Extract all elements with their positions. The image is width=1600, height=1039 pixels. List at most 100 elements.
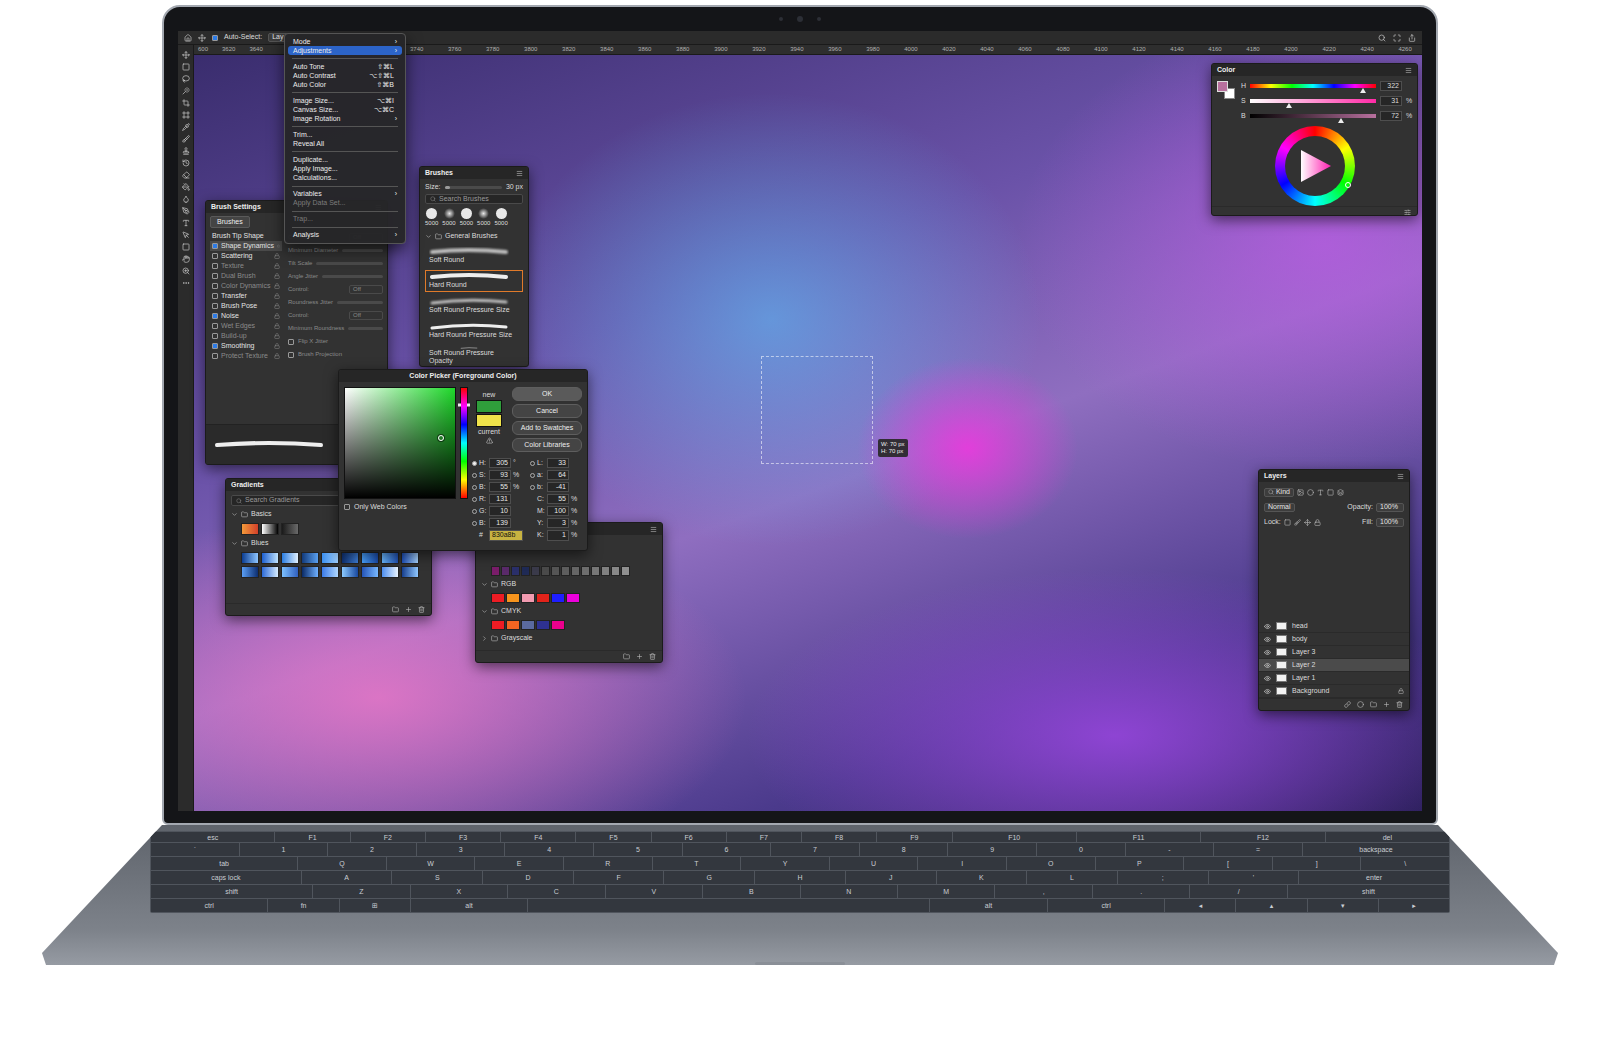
swatch[interactable] <box>551 566 560 576</box>
trash-icon[interactable] <box>649 653 656 660</box>
control-slider[interactable] <box>337 301 383 304</box>
trash-icon[interactable] <box>1396 701 1403 708</box>
share-icon[interactable] <box>1408 34 1416 42</box>
brush-control[interactable]: Roundness Jitter <box>288 296 383 309</box>
layer-row[interactable]: Layer 1 <box>1259 672 1409 685</box>
brush-preset[interactable]: 5000 <box>460 208 473 227</box>
filter-dropdown[interactable]: Kind <box>1264 488 1294 497</box>
swatch[interactable] <box>511 566 520 576</box>
type-filter-icon[interactable] <box>1317 489 1324 496</box>
key[interactable]: 8 <box>860 843 948 856</box>
brush-item[interactable]: Soft Round <box>425 245 523 267</box>
value-input[interactable]: 64 <box>547 470 569 480</box>
channel-value[interactable]: 322 <box>1380 81 1402 91</box>
menu-item[interactable]: Auto Color⇧⌘B <box>288 80 402 89</box>
panel-menu-icon[interactable] <box>1397 473 1404 480</box>
radio-button[interactable] <box>472 509 477 514</box>
radio-button[interactable] <box>530 497 535 502</box>
hex-input[interactable]: 830a8b <box>489 530 523 540</box>
stamp-icon[interactable] <box>182 147 190 155</box>
key[interactable]: R <box>564 857 652 870</box>
key[interactable]: ▸ <box>1379 899 1449 912</box>
setting-checkbox[interactable] <box>212 283 218 289</box>
swatch-group[interactable]: Grayscale <box>481 633 657 644</box>
brush-preset[interactable]: 5000 <box>442 208 455 227</box>
panel-menu-icon[interactable] <box>516 170 523 177</box>
key[interactable]: F5 <box>576 832 650 842</box>
gradient-swatch[interactable] <box>281 523 299 535</box>
key[interactable]: ▾ <box>1308 899 1378 912</box>
brush-setting-item[interactable]: Brush Pose <box>210 301 282 311</box>
key[interactable]: P <box>1096 857 1184 870</box>
brush-setting-item[interactable]: Wet Edges <box>210 321 282 331</box>
eye-icon[interactable] <box>1264 649 1271 656</box>
key[interactable]: shift <box>1288 885 1449 898</box>
blend-mode-dropdown[interactable]: Normal <box>1264 503 1295 512</box>
fill-field[interactable]: 100% <box>1376 518 1404 527</box>
key[interactable]: 3 <box>417 843 505 856</box>
menu-item[interactable]: Apply Image... <box>288 165 402 174</box>
gradient-swatch[interactable] <box>301 552 319 564</box>
key[interactable]: S <box>392 871 482 884</box>
key[interactable]: / <box>1190 885 1286 898</box>
gradient-swatch[interactable] <box>321 566 339 578</box>
brush-icon[interactable] <box>182 135 190 143</box>
panel-menu-icon[interactable] <box>650 526 657 533</box>
brush-control[interactable]: Flip X Jitter <box>288 335 383 348</box>
key[interactable]: ' <box>1209 871 1299 884</box>
menu-item[interactable]: Mode› <box>288 37 402 46</box>
swatch-group[interactable]: RGB <box>481 579 657 590</box>
key[interactable]: Z <box>313 885 409 898</box>
key[interactable]: ; <box>1118 871 1208 884</box>
expand-arrow-icon[interactable] <box>481 581 488 588</box>
key[interactable]: = <box>1214 843 1302 856</box>
setting-checkbox[interactable] <box>212 323 218 329</box>
key[interactable]: F1 <box>275 832 349 842</box>
key[interactable]: [ <box>1184 857 1272 870</box>
opacity-field[interactable]: 100% <box>1376 503 1404 512</box>
control-dropdown[interactable]: Off <box>349 285 383 294</box>
channel-slider[interactable] <box>1250 99 1376 103</box>
panel-menu-icon[interactable] <box>1405 67 1412 74</box>
type-icon[interactable] <box>182 219 190 227</box>
web-colors-checkbox[interactable] <box>344 504 350 510</box>
key[interactable] <box>528 899 929 912</box>
swatch[interactable] <box>491 620 505 630</box>
brush-preset[interactable]: 5000 <box>425 208 438 227</box>
key[interactable]: - <box>1126 843 1214 856</box>
brush-control[interactable]: Brush Projection <box>288 348 383 361</box>
expand-arrow-icon[interactable] <box>231 540 238 547</box>
expand-arrow-icon[interactable] <box>231 511 238 518</box>
gradient-swatch[interactable] <box>281 552 299 564</box>
swatch[interactable] <box>506 593 520 603</box>
menu-item[interactable]: Auto Contrast⌥⇧⌘L <box>288 71 402 80</box>
brush-control[interactable]: Control:Off <box>288 309 383 322</box>
key[interactable]: ▴ <box>1236 899 1306 912</box>
brush-preset[interactable]: 5000 <box>494 208 507 227</box>
setting-checkbox[interactable] <box>212 293 218 299</box>
brush-item[interactable]: Soft Round Pressure Size <box>425 295 523 317</box>
swatch[interactable] <box>521 566 530 576</box>
key[interactable]: , <box>995 885 1091 898</box>
swatch[interactable] <box>491 566 500 576</box>
gradient-swatch[interactable] <box>381 566 399 578</box>
trash-icon[interactable] <box>418 606 425 613</box>
lock-position-icon[interactable] <box>1304 519 1311 526</box>
control-checkbox[interactable] <box>288 352 294 358</box>
key[interactable]: V <box>606 885 702 898</box>
menu-item[interactable]: Trim... <box>288 130 402 139</box>
color-wheel[interactable] <box>1275 126 1355 206</box>
lock-all-icon[interactable] <box>1314 519 1321 526</box>
eye-icon[interactable] <box>1264 636 1271 643</box>
channel-slider[interactable] <box>1250 114 1376 118</box>
smart-filter-icon[interactable] <box>1337 489 1344 496</box>
setting-checkbox[interactable] <box>212 353 218 359</box>
eye-icon[interactable] <box>1264 662 1271 669</box>
channel-value[interactable]: 31 <box>1380 96 1402 106</box>
swatch[interactable] <box>491 593 505 603</box>
key[interactable]: fn <box>268 899 338 912</box>
key[interactable]: I <box>918 857 1006 870</box>
key[interactable]: Y <box>741 857 829 870</box>
value-input[interactable]: 305 <box>489 458 511 468</box>
channel-value[interactable]: 72 <box>1380 111 1402 121</box>
